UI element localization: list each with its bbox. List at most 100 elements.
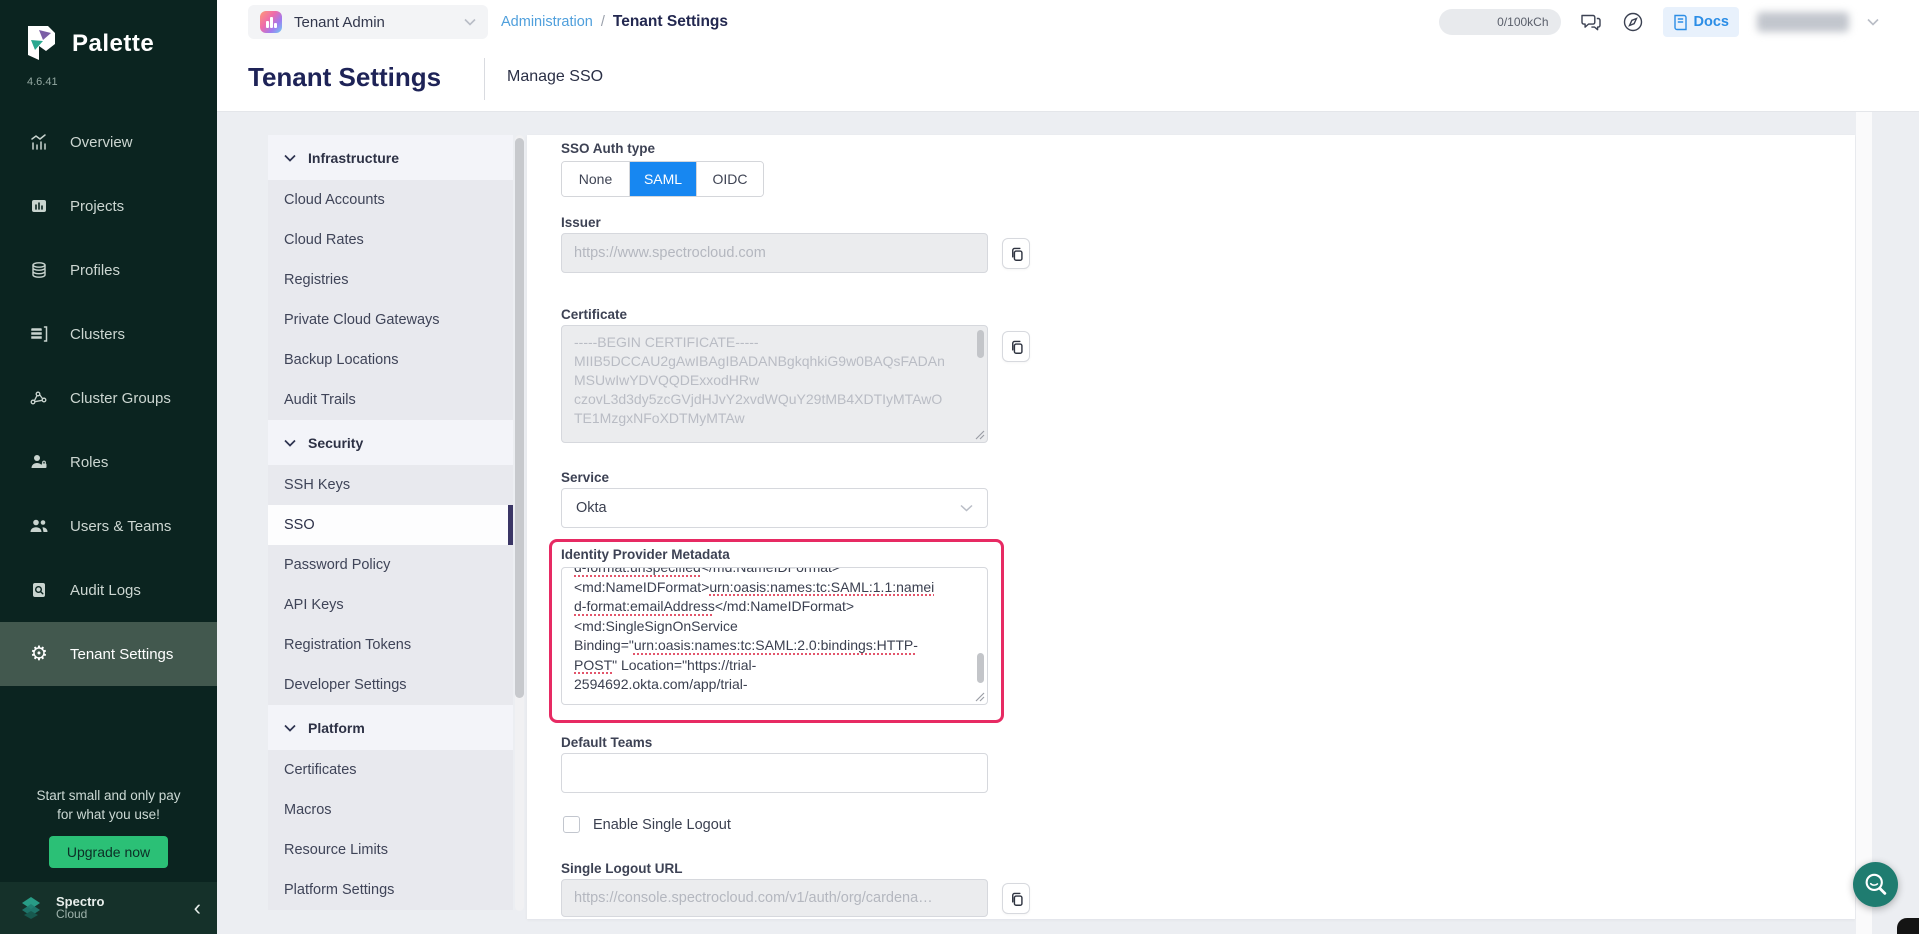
spectro-cloud-logo-icon — [16, 893, 46, 923]
settings-nav-section-platform[interactable]: Platform — [268, 705, 513, 750]
issuer-input[interactable]: https://www.spectrocloud.com — [561, 233, 988, 273]
gear-icon: ⚙ — [28, 643, 50, 665]
settings-nav-item-audit-trails[interactable]: Audit Trails — [268, 380, 513, 420]
sidebar-item-audit-logs[interactable]: Audit Logs — [0, 558, 217, 622]
service-selected-value: Okta — [576, 500, 607, 516]
issuer-copy-button[interactable] — [1002, 238, 1030, 269]
sso-auth-type-segmented-control: None SAML OIDC — [561, 161, 764, 197]
sidebar-item-overview[interactable]: Overview — [0, 110, 217, 174]
settings-nav-item-certificates[interactable]: Certificates — [268, 750, 513, 790]
sidebar-item-profiles[interactable]: Profiles — [0, 238, 217, 302]
sidebar-item-cluster-groups[interactable]: Cluster Groups — [0, 366, 217, 430]
settings-nav-item-registration-tokens[interactable]: Registration Tokens — [268, 625, 513, 665]
sidebar-item-label: Cluster Groups — [70, 390, 171, 407]
projects-icon — [28, 195, 50, 217]
sidebar-item-clusters[interactable]: Clusters — [0, 302, 217, 366]
content-area: InfrastructureCloud AccountsCloud RatesR… — [217, 112, 1919, 934]
settings-nav-item-cloud-rates[interactable]: Cloud Rates — [268, 220, 513, 260]
settings-nav-item-ssh-keys[interactable]: SSH Keys — [268, 465, 513, 505]
title-bar: Tenant Settings Manage SSO — [217, 44, 1919, 112]
single-logout-url-input[interactable]: https://console.spectrocloud.com/v1/auth… — [561, 879, 988, 917]
audit-logs-icon — [28, 579, 50, 601]
sidebar-item-tenant-settings[interactable]: ⚙ Tenant Settings — [0, 622, 217, 686]
certificate-copy-button[interactable] — [1002, 331, 1030, 362]
settings-nav-item-macros[interactable]: Macros — [268, 790, 513, 830]
settings-nav-item-private-cloud-gateways[interactable]: Private Cloud Gateways — [268, 300, 513, 340]
default-teams-input[interactable] — [561, 753, 988, 793]
breadcrumb-administration-link[interactable]: Administration — [501, 14, 593, 30]
chevron-down-icon — [284, 724, 296, 732]
certificate-line: czovL3d3dy5zcGVjdHJvY2xvdWQuY29tMB4XDTIy… — [574, 390, 975, 409]
settings-nav-section-label: Security — [308, 435, 363, 451]
certificate-line: MSUwIwYDVQQDExxodHRw — [574, 371, 975, 390]
resize-handle-icon[interactable] — [975, 692, 985, 702]
settings-nav-item-platform-settings[interactable]: Platform Settings — [268, 870, 513, 910]
certificate-line: -----BEGIN CERTIFICATE----- — [574, 333, 975, 352]
idp-metadata-text: d-format:unspecified</md:NameIDFormat><m… — [562, 567, 987, 695]
sso-auth-option-none[interactable]: None — [562, 162, 629, 196]
resize-handle-icon[interactable] — [975, 430, 985, 440]
single-logout-url-copy-button[interactable] — [1002, 883, 1030, 914]
sidebar-collapse-icon[interactable]: ‹ — [194, 898, 201, 918]
user-name-redacted[interactable] — [1757, 12, 1849, 32]
settings-nav-item-api-keys[interactable]: API Keys — [268, 585, 513, 625]
clusters-icon — [28, 323, 50, 345]
idp-metadata-line: POST" Location="https://trial- — [574, 656, 975, 676]
page-scrollbar-track[interactable] — [1856, 112, 1872, 934]
certificate-scrollbar-thumb[interactable] — [977, 330, 984, 358]
promo-text-line1: Start small and only pay — [0, 786, 217, 805]
tenant-admin-icon — [260, 11, 282, 33]
sidebar-footer: Spectro Cloud ‹ — [0, 882, 217, 934]
sidebar-item-roles[interactable]: Roles — [0, 430, 217, 494]
sidebar-item-label: Overview — [70, 134, 133, 151]
service-select[interactable]: Okta — [561, 488, 988, 528]
magnifier-smile-icon — [1861, 870, 1891, 900]
top-bar: Tenant Admin Administration / Tenant Set… — [217, 0, 1919, 44]
certificate-textarea[interactable]: -----BEGIN CERTIFICATE-----MIIB5DCCAU2gA… — [561, 325, 988, 443]
help-search-fab[interactable] — [1853, 862, 1898, 907]
settings-nav-section-label: Platform — [308, 720, 365, 736]
settings-nav-item-developer-settings[interactable]: Developer Settings — [268, 665, 513, 705]
certificate-line: TE1MzgxNFoXDTMyMTAw — [574, 409, 975, 428]
idp-metadata-line: d-format:emailAddress</md:NameIDFormat> — [574, 597, 975, 617]
idp-metadata-textarea[interactable]: d-format:unspecified</md:NameIDFormat><m… — [561, 567, 988, 705]
settings-nav-scrollbar[interactable] — [515, 135, 524, 911]
sso-auth-option-saml[interactable]: SAML — [629, 162, 696, 196]
sidebar-item-projects[interactable]: Projects — [0, 174, 217, 238]
settings-nav-item-backup-locations[interactable]: Backup Locations — [268, 340, 513, 380]
docs-button[interactable]: Docs — [1663, 7, 1739, 37]
settings-nav-section-security[interactable]: Security — [268, 420, 513, 465]
chevron-down-icon — [284, 154, 296, 162]
sidebar-item-label: Roles — [70, 454, 108, 471]
settings-nav-scrollbar-thumb[interactable] — [515, 138, 524, 698]
breadcrumb: Administration / Tenant Settings — [501, 0, 728, 44]
tab-manage-sso[interactable]: Manage SSO — [507, 68, 603, 86]
promo-text-line2: for what you use! — [0, 805, 217, 824]
idp-metadata-line: Binding="urn:oasis:names:tc:SAML:2.0:bin… — [574, 636, 975, 656]
settings-nav-item-password-policy[interactable]: Password Policy — [268, 545, 513, 585]
enable-single-logout-label: Enable Single Logout — [593, 817, 731, 833]
chat-icon[interactable] — [1579, 10, 1603, 34]
spectro-cloud-wordmark: Spectro Cloud — [56, 895, 104, 921]
idp-metadata-scrollbar-thumb[interactable] — [977, 653, 984, 683]
settings-nav-item-registries[interactable]: Registries — [268, 260, 513, 300]
settings-nav-item-resource-limits[interactable]: Resource Limits — [268, 830, 513, 870]
compass-icon[interactable] — [1621, 10, 1645, 34]
enable-single-logout-checkbox[interactable] — [563, 816, 580, 833]
settings-nav-section-infrastructure[interactable]: Infrastructure — [268, 135, 513, 180]
header: Tenant Admin Administration / Tenant Set… — [217, 0, 1919, 112]
sidebar-item-users-teams[interactable]: Users & Teams — [0, 494, 217, 558]
sidebar-item-label: Profiles — [70, 262, 120, 279]
service-label: Service — [561, 470, 609, 485]
sso-auth-type-label: SSO Auth type — [561, 141, 655, 156]
settings-nav-section-label: Infrastructure — [308, 150, 399, 166]
settings-nav-item-cloud-accounts[interactable]: Cloud Accounts — [268, 180, 513, 220]
user-menu-chevron-icon[interactable] — [1867, 13, 1879, 31]
settings-nav-item-sso[interactable]: SSO — [268, 505, 513, 545]
upgrade-now-button[interactable]: Upgrade now — [49, 836, 168, 868]
settings-nav: InfrastructureCloud AccountsCloud RatesR… — [268, 135, 513, 910]
corner-widget[interactable] — [1897, 918, 1919, 934]
project-scope-selector[interactable]: Tenant Admin — [248, 5, 488, 39]
sso-auth-option-oidc[interactable]: OIDC — [696, 162, 763, 196]
idp-metadata-line: d-format:unspecified</md:NameIDFormat> — [574, 567, 975, 578]
